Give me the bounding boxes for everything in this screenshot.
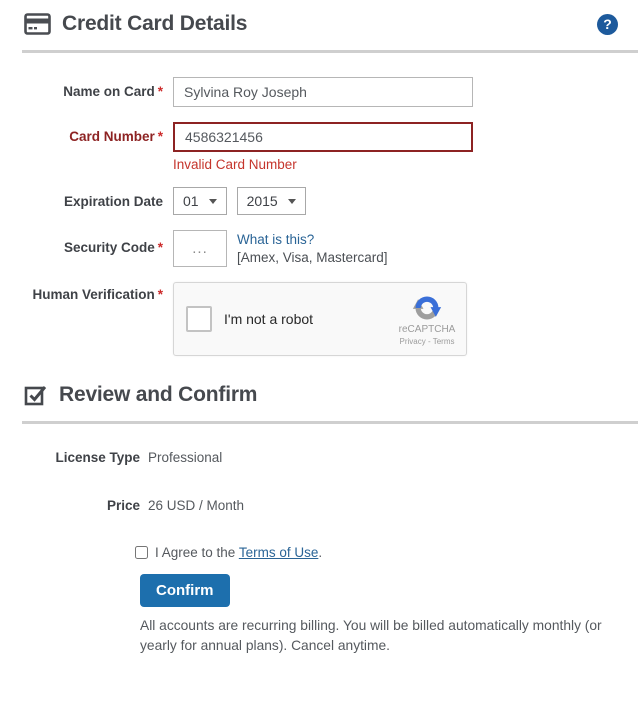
card-number-label: Card Number * [22,122,173,172]
security-code-label-text: Security Code [63,240,155,255]
recaptcha-links: Privacy - Terms [400,337,455,346]
license-type-label: License Type [55,450,140,466]
divider [22,421,638,425]
credit-card-section: Credit Card Details ? Name on Card* Card… [0,12,638,357]
page-title: Credit Card Details [62,12,248,35]
review-confirm-title: Review and Confirm [59,383,258,407]
security-code-label: Security Code * [22,230,173,267]
security-code-help: What is this? [Amex, Visa, Mastercard] [237,230,388,267]
recaptcha-terms-link[interactable]: Terms [433,337,455,346]
expiration-date-row: Expiration Date 01 2015 [22,187,616,215]
expiration-date-label-text: Expiration Date [63,194,163,209]
name-on-card-label-text: Name on Card [63,84,155,99]
security-code-input[interactable] [173,230,227,267]
billing-note: All accounts are recurring billing. You … [140,618,602,654]
human-verification-row: Human Verification * I'm not a robot reCA… [22,282,616,357]
recaptcha-privacy-link[interactable]: Privacy [400,337,426,346]
expiration-selects: 01 2015 [173,187,306,215]
required-asterisk: * [157,287,163,303]
human-verification-label-text: Human Verification [32,287,155,303]
card-number-error: Invalid Card Number [173,157,297,172]
checkbox-check-icon [24,383,48,407]
price-value: 26 USD / Month [148,498,245,514]
help-icon[interactable]: ? [597,13,618,35]
expiration-year-select[interactable]: 2015 [236,187,306,215]
agree-suffix: . [318,545,323,561]
recaptcha-logo-icon [412,296,442,320]
price-row: Price 26 USD / Month [22,498,616,513]
required-asterisk: * [157,129,163,144]
chevron-down-icon [287,198,296,204]
card-number-input[interactable] [173,122,473,152]
price-label: Price [106,498,140,514]
recaptcha-widget: I'm not a robot reCAPTCHA Privacy - Term… [173,282,467,357]
required-asterisk: * [157,240,163,255]
card-number-label-text: Card Number [69,129,155,144]
divider [22,50,638,53]
required-asterisk: * [157,84,163,99]
expiration-date-label: Expiration Date [22,187,173,215]
what-is-this-link[interactable]: What is this? [237,232,314,247]
credit-card-icon [24,13,51,35]
agree-prefix: I Agree to the [155,545,239,561]
license-type-value: Professional [148,450,223,466]
review-summary: License Type Professional Price 26 USD /… [22,450,616,513]
expiration-month-select[interactable]: 01 [173,187,227,215]
security-code-row: Security Code* What is this? [Amex, Visa… [22,230,616,267]
terms-of-use-link[interactable]: Terms of Use [239,545,319,560]
card-types-note: [Amex, Visa, Mastercard] [237,250,388,266]
expiration-year-value: 2015 [246,193,278,209]
recaptcha-checkbox-label: I'm not a robot [224,311,314,328]
review-confirm-section: Review and Confirm License Type Professi… [0,383,638,656]
chevron-down-icon [208,198,217,204]
agree-terms-row: I Agree to the Terms of Use. [135,545,638,560]
agree-terms-checkbox[interactable] [135,546,148,560]
name-on-card-input[interactable] [173,77,473,107]
expiration-month-value: 01 [183,193,199,209]
credit-card-details-header: Credit Card Details ? [24,12,618,36]
agree-terms-text: I Agree to the Terms of Use. [155,545,322,560]
name-on-card-row: Name on Card * [22,77,616,107]
credit-card-form: Name on Card* Card Number* Invalid Card … [22,77,616,357]
name-on-card-label: Name on Card * [22,77,173,107]
recaptcha-brand-text: reCAPTCHA [398,323,456,335]
review-confirm-header: Review and Confirm [24,383,618,407]
card-number-row: Card Number* Invalid Card Number [22,122,616,172]
confirm-button[interactable]: Confirm [140,574,230,608]
card-number-field-group: Invalid Card Number [173,122,473,172]
license-type-row: License Type Professional [22,450,616,465]
human-verification-label: Human Verification * [22,282,173,356]
recaptcha-branding: reCAPTCHA Privacy - Terms [398,293,456,346]
recaptcha-checkbox[interactable] [186,306,212,333]
recaptcha-links-separator: - [425,336,433,346]
security-code-field-group: What is this? [Amex, Visa, Mastercard] [173,230,388,267]
